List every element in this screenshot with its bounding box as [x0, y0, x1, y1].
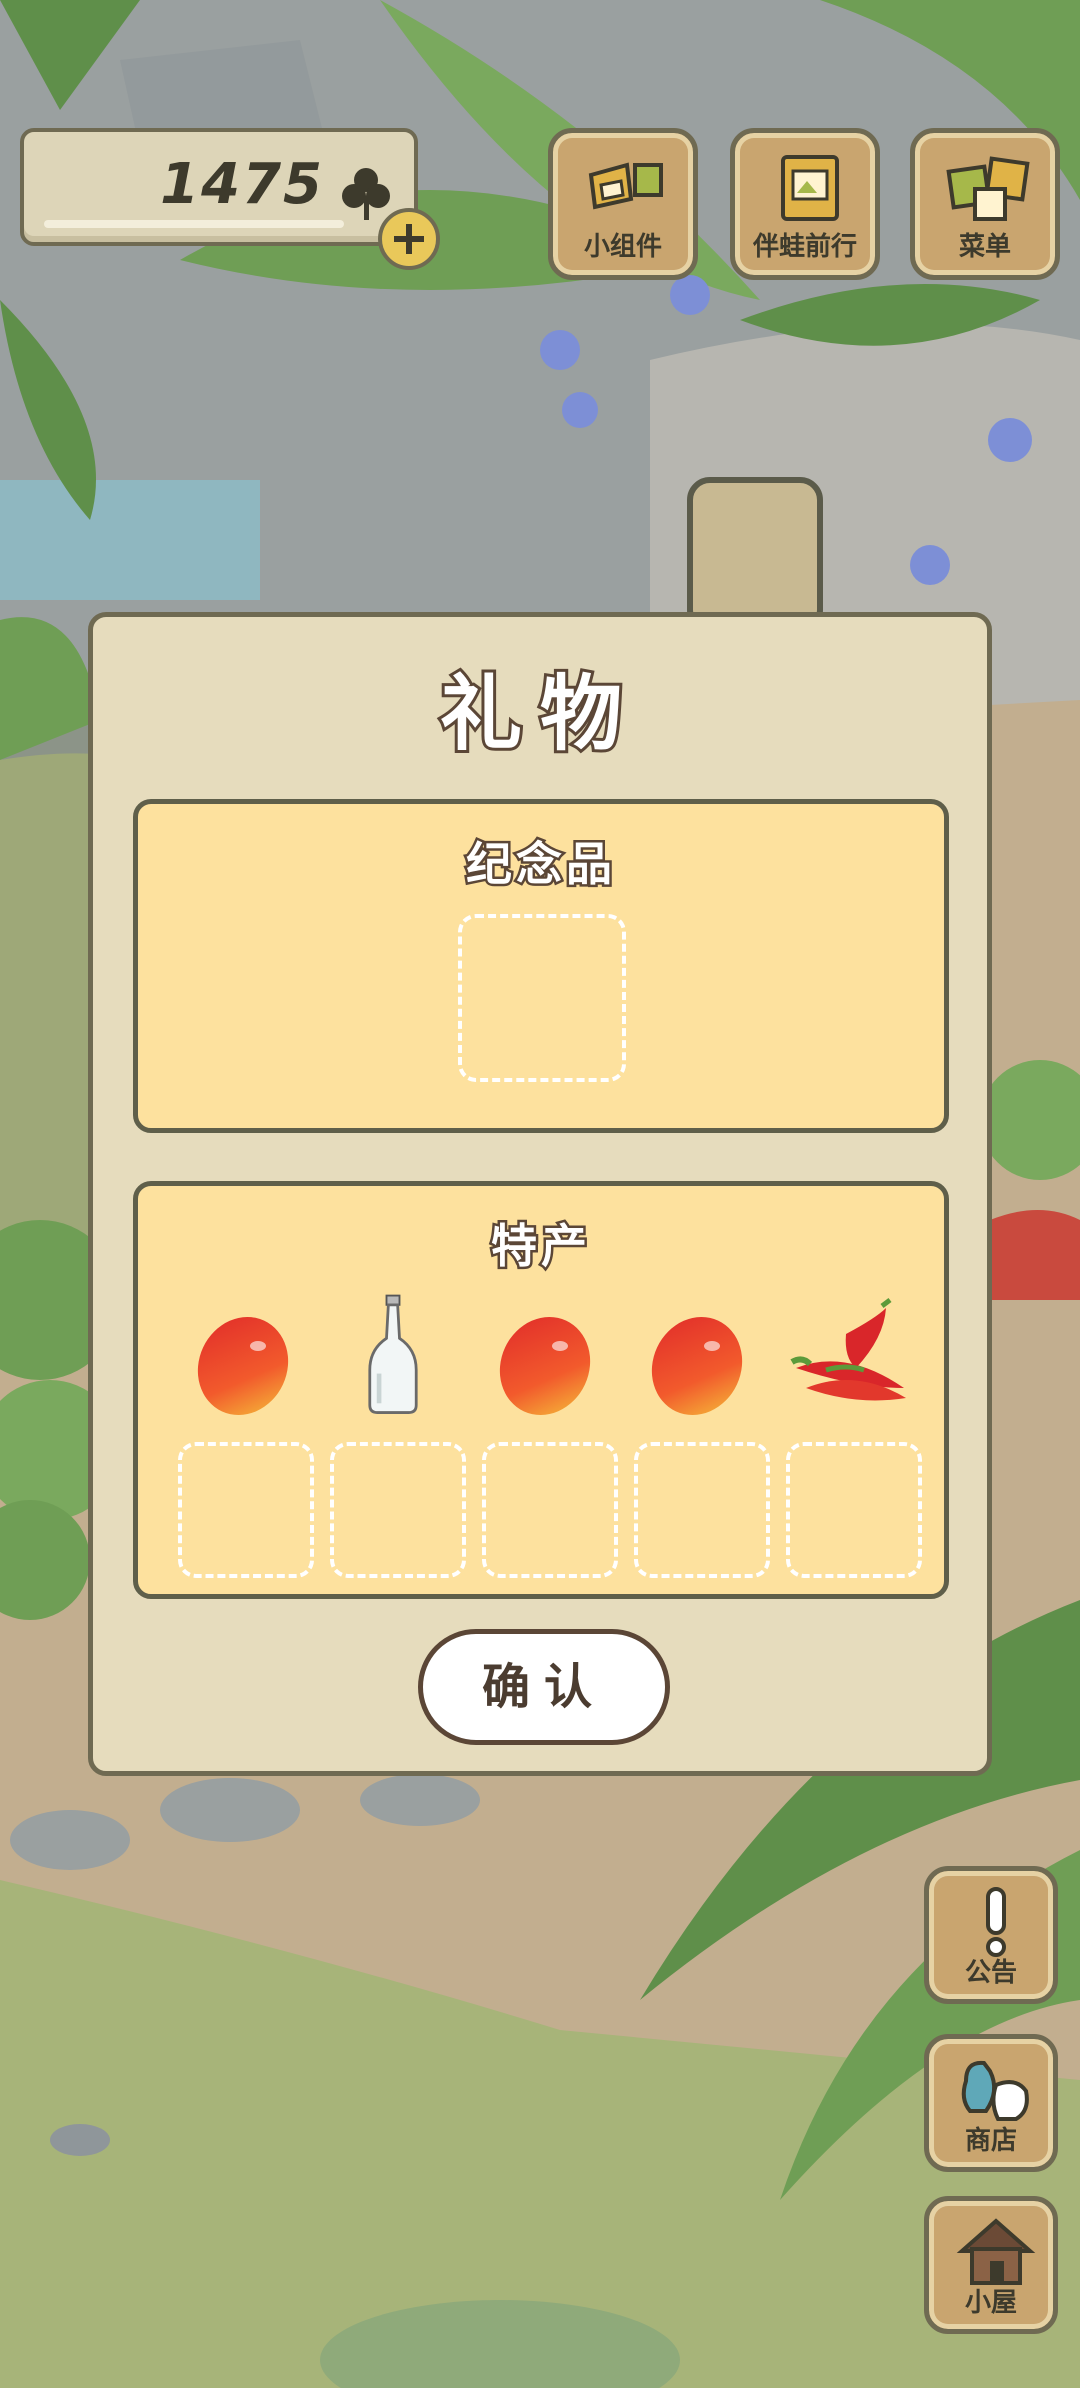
specialty-slot[interactable] [634, 1442, 770, 1578]
specialty-slot[interactable] [786, 1442, 922, 1578]
mango-icon[interactable] [642, 1298, 752, 1428]
widget-button-label: 小组件 [583, 232, 662, 262]
specialty-slot[interactable] [482, 1442, 618, 1578]
shop-bag-icon [961, 2060, 1029, 2121]
travel-with-frog-button[interactable]: 伴蛙前行 [730, 128, 880, 280]
clover-count: 1475 [160, 152, 324, 217]
add-clover-button[interactable] [378, 208, 440, 270]
souvenir-slot[interactable] [458, 914, 626, 1082]
confirm-button[interactable]: 确认 [418, 1629, 670, 1745]
specialty-slot[interactable] [330, 1442, 466, 1578]
notice-label: 公告 [964, 1958, 1017, 1988]
souvenir-title: 纪念品 [464, 835, 616, 894]
souvenir-panel: 纪念品 [133, 799, 949, 1133]
exclamation-icon [986, 1887, 1006, 1957]
house-label: 小屋 [964, 2288, 1017, 2318]
travel-with-frog-label: 伴蛙前行 [752, 232, 857, 262]
menu-icon [946, 156, 1030, 221]
specialty-title: 特产 [489, 1217, 591, 1276]
menu-button-label: 菜单 [958, 232, 1011, 262]
clover-icon [342, 168, 390, 220]
specialty-slot[interactable] [178, 1442, 314, 1578]
clover-counter: 1475 [20, 128, 418, 246]
shop-button[interactable]: 商店 [924, 2034, 1058, 2172]
specialty-panel: 特产 [133, 1181, 949, 1599]
widget-button[interactable]: 小组件 [548, 128, 698, 280]
notice-button[interactable]: 公告 [924, 1866, 1058, 2004]
house-icon [956, 2218, 1036, 2285]
album-icon [781, 155, 839, 221]
shop-label: 商店 [964, 2126, 1017, 2156]
chili-pepper-icon[interactable] [786, 1298, 916, 1428]
dialog-title: 礼物 [437, 664, 640, 765]
clover-bar [44, 220, 344, 228]
glass-bottle-icon[interactable] [338, 1290, 448, 1420]
menu-button[interactable]: 菜单 [910, 128, 1060, 280]
house-button[interactable]: 小屋 [924, 2196, 1058, 2334]
gift-dialog: 礼物 纪念品 特产 确认 [88, 612, 992, 1776]
widget-icon [588, 162, 663, 210]
mango-icon[interactable] [490, 1298, 600, 1428]
mango-icon[interactable] [188, 1298, 298, 1428]
